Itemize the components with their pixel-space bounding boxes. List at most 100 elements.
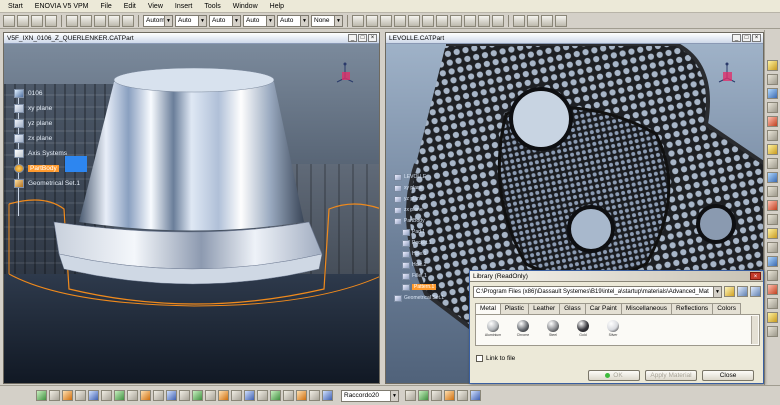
more-tools-icon[interactable] [767,326,778,337]
update-icon[interactable] [418,390,429,401]
tree-node[interactable]: Geometrical Set.1 [392,293,444,304]
pad-icon[interactable] [36,390,47,401]
stiffener-icon[interactable] [127,390,138,401]
open-folder-icon[interactable] [724,286,735,297]
tree-node[interactable]: zx plane [8,131,80,146]
link-to-file-checkbox[interactable]: Link to file [476,355,515,362]
loft-icon[interactable] [140,390,151,401]
library-path-combo[interactable]: C:\Program Files (x86)\Dassault Systemes… [473,286,722,298]
render-icon[interactable] [767,74,778,85]
chevron-down-icon[interactable]: ▼ [334,15,342,26]
chamfer-icon[interactable] [179,390,190,401]
tree-node[interactable]: yz plane [392,194,444,205]
tree-node[interactable]: LEVOLLE [392,172,444,183]
hide-show-icon[interactable] [478,14,490,27]
color-combo[interactable]: Auto ▼ [175,14,207,27]
shadows-icon[interactable] [767,284,778,295]
environment-icon[interactable] [767,88,778,99]
chevron-down-icon[interactable]: ▼ [198,15,206,26]
redo-icon[interactable] [122,14,134,27]
apply-material-icon[interactable] [527,14,539,27]
chevron-down-icon[interactable]: ▼ [232,15,240,26]
menu-item-insert[interactable]: Insert [169,0,199,13]
tree-node[interactable]: zx plane [392,205,444,216]
pan-icon[interactable] [380,14,392,27]
open-icon[interactable] [17,14,29,27]
icon-view-icon[interactable] [737,286,748,297]
tab-reflections[interactable]: Reflections [671,303,714,314]
menu-item-start[interactable]: Start [2,0,29,13]
apply-material-button[interactable]: Apply Material [645,370,697,381]
vertical-scrollbar[interactable] [751,316,758,344]
chevron-down-icon[interactable]: ▼ [164,15,172,26]
tree-node[interactable]: 0106 [8,86,80,101]
zoom-out-icon[interactable] [422,14,434,27]
pocket-icon[interactable] [49,390,60,401]
normal-view-icon[interactable] [436,14,448,27]
animation-icon[interactable] [767,256,778,267]
tree-node[interactable]: Hole.1 [392,249,444,260]
menu-item-file[interactable]: File [94,0,117,13]
menu-item-view[interactable]: View [142,0,169,13]
light-icon[interactable] [767,102,778,113]
compass-icon[interactable] [334,62,356,88]
feature-selector-combo[interactable]: Raccordo20 ▼ [341,389,399,402]
close-icon[interactable]: × [750,272,761,280]
catalog-icon[interactable] [767,200,778,211]
layer-combo[interactable]: None ▼ [311,14,343,27]
tree-node[interactable]: Pad.1 [392,227,444,238]
measure-icon[interactable] [513,14,525,27]
exit-workbench-icon[interactable] [555,14,567,27]
list-view-icon[interactable] [750,286,761,297]
tab-leather[interactable]: Leather [528,303,561,314]
tab-colors[interactable]: Colors [712,303,741,314]
thick-surface-icon[interactable] [296,390,307,401]
menu-item-enovia-v5-vpm[interactable]: ENOVIA V5 VPM [29,0,95,13]
save-icon[interactable] [31,14,43,27]
transparency-combo[interactable]: Auto ▼ [209,14,241,27]
material-sphere[interactable]: Aluminium [482,318,504,344]
image-gallery-icon[interactable] [767,312,778,323]
close-button[interactable]: Close [702,370,754,381]
sew-surface-icon[interactable] [322,390,333,401]
thickness-icon[interactable] [218,390,229,401]
rotate-icon[interactable] [394,14,406,27]
menu-item-window[interactable]: Window [227,0,264,13]
chevron-down-icon[interactable]: ▼ [390,390,398,401]
swap-space-icon[interactable] [492,14,504,27]
pattern-icon[interactable] [257,390,268,401]
close-icon[interactable]: × [368,34,377,42]
tree-node[interactable]: Fillet.1 [392,271,444,282]
zoom-in-icon[interactable] [408,14,420,27]
groove-icon[interactable] [75,390,86,401]
tab-glass[interactable]: Glass [559,303,586,314]
measure-item-icon[interactable] [431,390,442,401]
shell-icon[interactable] [205,390,216,401]
draft-icon[interactable] [192,390,203,401]
material-icon[interactable] [470,390,481,401]
thread-icon[interactable] [231,390,242,401]
material-sphere[interactable]: Steel [542,318,564,344]
menu-item-edit[interactable]: Edit [118,0,142,13]
maximize-icon[interactable]: □ [358,34,367,42]
fly-mode-icon[interactable] [352,14,364,27]
edge-fillet-icon[interactable] [166,390,177,401]
close-icon[interactable]: × [752,34,761,42]
material-sphere[interactable]: Gold [572,318,594,344]
render-style-icon[interactable] [464,14,476,27]
copy-icon[interactable] [80,14,92,27]
chevron-down-icon[interactable]: ▼ [266,15,274,26]
tree-node-selected[interactable]: PartBody [8,161,80,176]
minimize-icon[interactable]: _ [348,34,357,42]
tree-node[interactable]: Axis Systems [8,146,80,161]
scene-icon[interactable] [767,130,778,141]
photo-studio-icon[interactable] [767,242,778,253]
rib-icon[interactable] [101,390,112,401]
knowledge-icon[interactable] [444,390,455,401]
chevron-down-icon[interactable]: ▼ [300,15,308,26]
camera-icon[interactable] [767,116,778,127]
split-icon[interactable] [283,390,294,401]
rendering-options-icon[interactable] [767,228,778,239]
print-icon[interactable] [45,14,57,27]
new-icon[interactable] [3,14,15,27]
